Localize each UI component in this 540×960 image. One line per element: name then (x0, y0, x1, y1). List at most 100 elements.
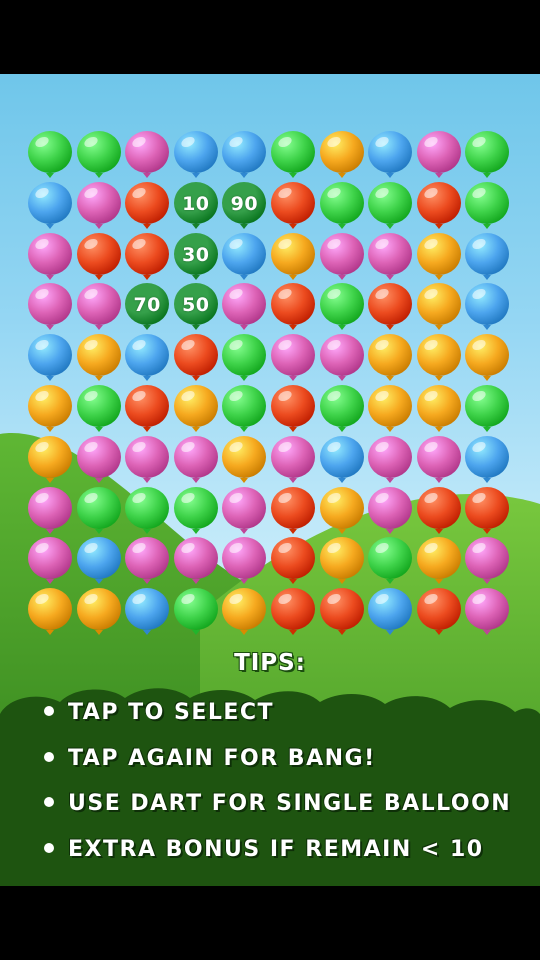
balloon-blue[interactable] (367, 588, 413, 638)
balloon-pink[interactable] (124, 131, 170, 181)
balloon-selected[interactable]: 30 (173, 232, 219, 283)
balloon-pink[interactable] (367, 435, 413, 486)
balloon-green[interactable] (27, 131, 73, 181)
balloon-orange[interactable] (319, 131, 365, 181)
balloon-red[interactable] (270, 486, 316, 537)
balloon-orange[interactable] (416, 334, 462, 384)
balloon-red[interactable] (124, 181, 170, 232)
balloon-blue[interactable] (464, 232, 510, 283)
balloon-blue[interactable] (319, 435, 365, 486)
balloon-green[interactable] (464, 385, 510, 435)
balloon-orange[interactable] (319, 486, 365, 537)
balloon-red[interactable] (270, 588, 316, 638)
balloon-pink[interactable] (464, 588, 510, 638)
balloon-pink[interactable] (124, 537, 170, 587)
balloon-red[interactable] (367, 283, 413, 333)
balloon-selected[interactable]: 90 (221, 181, 267, 232)
balloon-pink[interactable] (76, 181, 122, 232)
balloon-green[interactable] (221, 334, 267, 384)
balloon-red[interactable] (319, 588, 365, 638)
balloon-pink[interactable] (27, 283, 73, 333)
balloon-pink[interactable] (416, 435, 462, 486)
balloon-blue[interactable] (464, 283, 510, 333)
balloon-red[interactable] (124, 385, 170, 435)
balloon-blue[interactable] (221, 232, 267, 283)
balloon-pink[interactable] (27, 537, 73, 587)
balloon-orange[interactable] (416, 385, 462, 435)
balloon-green[interactable] (367, 537, 413, 587)
balloon-green[interactable] (464, 181, 510, 232)
balloon-blue[interactable] (27, 181, 73, 232)
balloon-pink[interactable] (27, 232, 73, 283)
balloon-red[interactable] (270, 385, 316, 435)
balloon-red[interactable] (416, 588, 462, 638)
balloon-green[interactable] (173, 588, 219, 638)
balloon-pink[interactable] (173, 537, 219, 587)
balloon-red[interactable] (270, 537, 316, 587)
balloon-red[interactable] (270, 283, 316, 333)
balloon-selected[interactable]: 10 (173, 181, 219, 232)
balloon-orange[interactable] (221, 435, 267, 486)
balloon-blue[interactable] (124, 334, 170, 384)
balloon-pink[interactable] (367, 486, 413, 537)
balloon-pink[interactable] (319, 232, 365, 283)
balloon-pink[interactable] (270, 334, 316, 384)
balloon-pink[interactable] (76, 283, 122, 333)
balloon-red[interactable] (76, 232, 122, 283)
balloon-orange[interactable] (319, 537, 365, 587)
balloon-pink[interactable] (270, 435, 316, 486)
balloon-pink[interactable] (464, 537, 510, 587)
balloon-pink[interactable] (319, 334, 365, 384)
balloon-pink[interactable] (221, 486, 267, 537)
balloon-green[interactable] (319, 385, 365, 435)
balloon-green[interactable] (319, 181, 365, 232)
balloon-orange[interactable] (173, 385, 219, 435)
balloon-blue[interactable] (27, 334, 73, 384)
balloon-green[interactable] (76, 385, 122, 435)
balloon-selected[interactable]: 70 (124, 283, 170, 333)
balloon-red[interactable] (416, 181, 462, 232)
balloon-pink[interactable] (221, 537, 267, 587)
balloon-pink[interactable] (124, 435, 170, 486)
balloon-orange[interactable] (416, 283, 462, 333)
balloon-green[interactable] (319, 283, 365, 333)
balloon-orange[interactable] (76, 588, 122, 638)
balloon-pink[interactable] (173, 435, 219, 486)
balloon-blue[interactable] (464, 435, 510, 486)
balloon-pink[interactable] (416, 131, 462, 181)
balloon-blue[interactable] (76, 537, 122, 587)
balloon-orange[interactable] (221, 588, 267, 638)
balloon-red[interactable] (416, 486, 462, 537)
balloon-green[interactable] (221, 385, 267, 435)
balloon-green[interactable] (367, 181, 413, 232)
balloon-pink[interactable] (367, 232, 413, 283)
balloon-blue[interactable] (221, 131, 267, 181)
balloon-orange[interactable] (76, 334, 122, 384)
balloon-orange[interactable] (27, 385, 73, 435)
balloon-green[interactable] (173, 486, 219, 537)
balloon-blue[interactable] (124, 588, 170, 638)
balloon-orange[interactable] (464, 334, 510, 384)
balloon-green[interactable] (464, 131, 510, 181)
balloon-green[interactable] (124, 486, 170, 537)
balloon-orange[interactable] (270, 232, 316, 283)
balloon-green[interactable] (76, 486, 122, 537)
balloon-pink[interactable] (76, 435, 122, 486)
balloon-orange[interactable] (367, 385, 413, 435)
balloon-orange[interactable] (367, 334, 413, 384)
balloon-pink[interactable] (27, 486, 73, 537)
balloon-red[interactable] (464, 486, 510, 537)
balloon-orange[interactable] (416, 537, 462, 587)
balloon-green[interactable] (76, 131, 122, 181)
balloon-red[interactable] (173, 334, 219, 384)
balloon-red[interactable] (270, 181, 316, 232)
balloon-orange[interactable] (27, 435, 73, 486)
balloon-blue[interactable] (173, 131, 219, 181)
balloon-pink[interactable] (221, 283, 267, 333)
balloon-orange[interactable] (416, 232, 462, 283)
balloon-green[interactable] (270, 131, 316, 181)
balloon-orange[interactable] (27, 588, 73, 638)
balloon-red[interactable] (124, 232, 170, 283)
balloon-selected[interactable]: 50 (173, 283, 219, 333)
balloon-blue[interactable] (367, 131, 413, 181)
